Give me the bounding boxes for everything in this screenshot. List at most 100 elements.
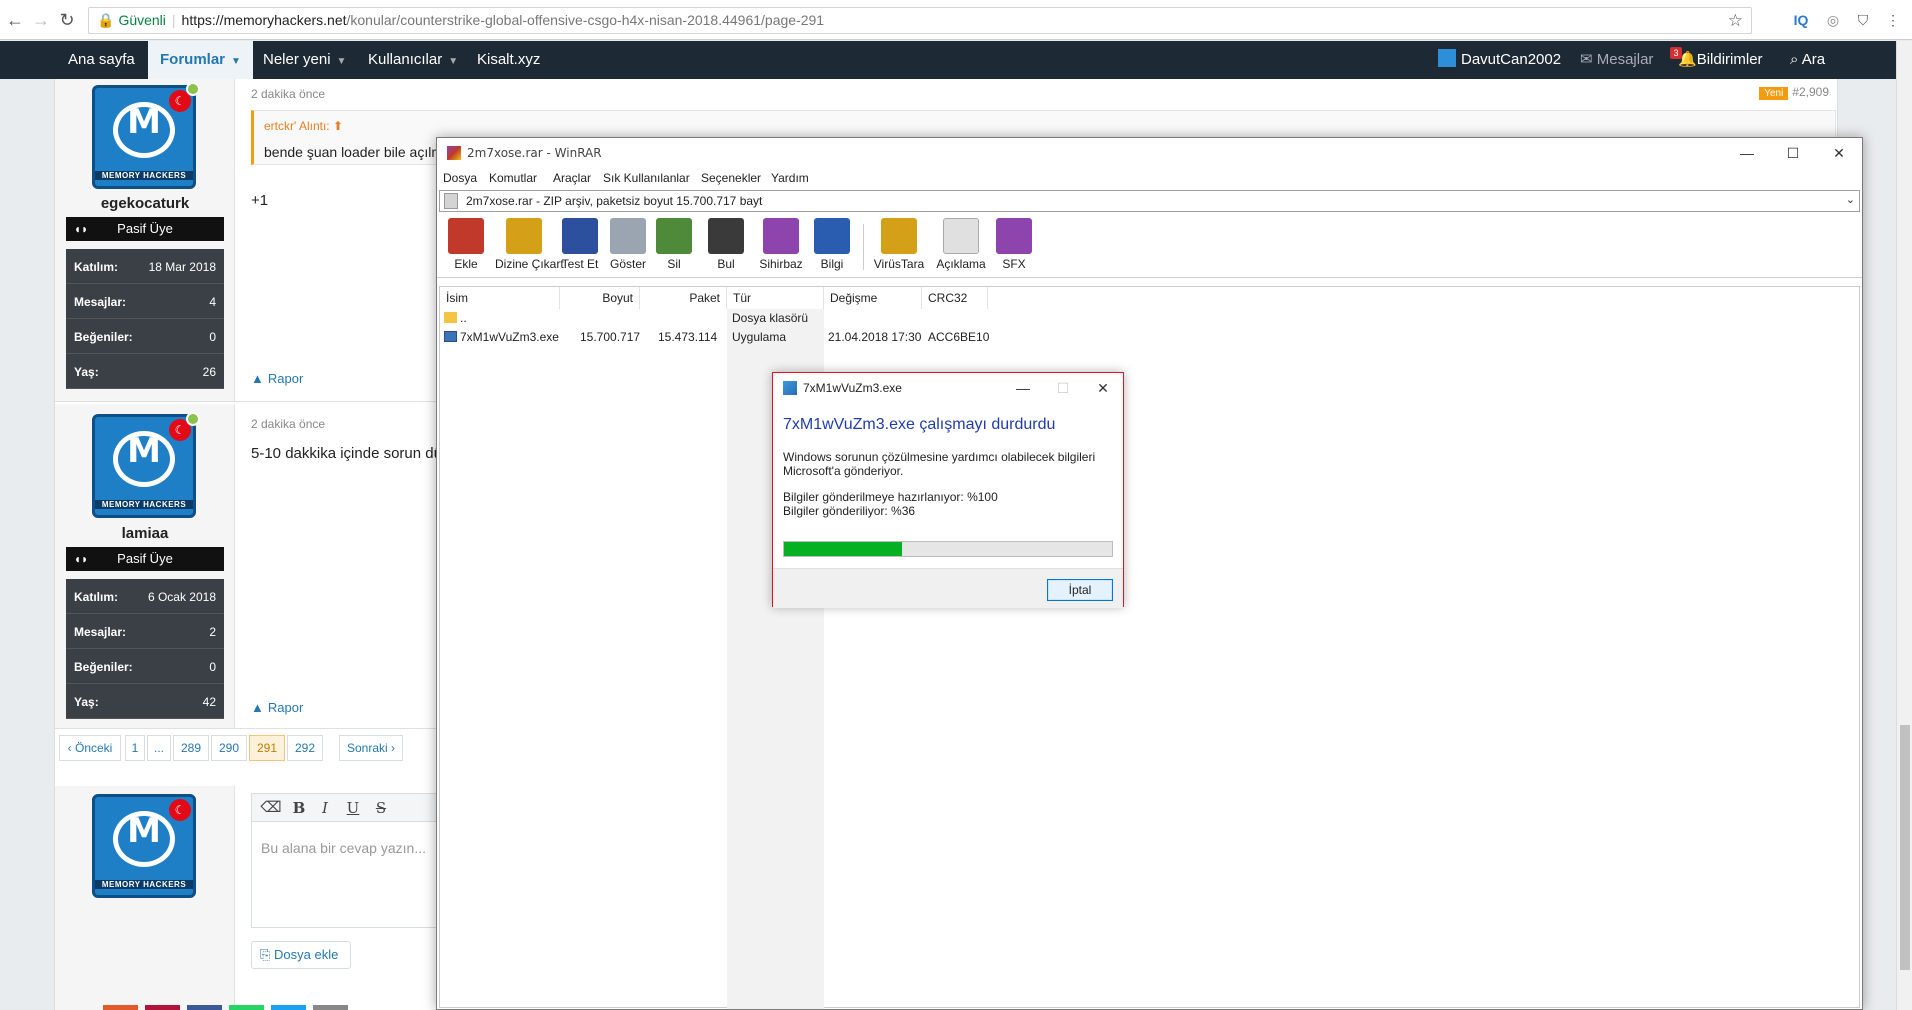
quote-header[interactable]: ertckr' Alıntı: ⬆ [264,119,343,133]
column-size[interactable]: Boyut [560,287,640,309]
nav-user[interactable]: DavutCan2002 [1438,41,1561,79]
pagination-page[interactable]: 289 [173,735,209,761]
pagination-page[interactable]: 292 [287,735,323,761]
avatar[interactable]: M MEMORY HACKERS ☾ [92,414,196,518]
menu-file[interactable]: Dosya [443,171,477,185]
pagination-page[interactable]: 1 [125,735,145,761]
arrow-up-icon: ⬆ [333,119,344,133]
share-link-icon[interactable] [313,1005,348,1010]
reply-placeholder[interactable]: Bu alana bir cevap yazın... [261,840,426,856]
report-link[interactable]: ▲ Rapor [251,371,303,386]
username[interactable]: egekocaturk [55,195,235,212]
close-icon[interactable]: ✕ [1083,373,1123,403]
column-crc32[interactable]: CRC32 [922,287,988,309]
share-pinterest-icon[interactable] [145,1005,180,1010]
report-link[interactable]: ▲ Rapor [251,700,303,715]
pagination-ellipsis[interactable]: ... [147,735,171,761]
extension-circle-icon[interactable]: ◎ [1822,9,1844,31]
share-facebook-icon[interactable] [187,1005,222,1010]
user-rank: ◖◗ Pasif Üye [66,217,224,241]
tool-test[interactable]: Test Et [557,218,603,271]
forward-icon[interactable]: → [30,10,52,30]
virus-scan-icon [881,218,917,254]
stat-key: Yaş: [74,695,99,709]
extension-iq-icon[interactable]: IQ [1790,9,1812,31]
nav-alerts[interactable]: 3🔔Bildirimler [1670,41,1763,79]
nav-messages[interactable]: ✉ Mesajlar [1580,41,1653,79]
stat-key: Mesajlar: [74,625,127,639]
nav-alerts-label: Bildirimler [1696,51,1763,68]
pagination-prev[interactable]: ‹ Önceki [59,735,121,761]
extension-shield-icon[interactable]: ⛉ [1852,9,1874,31]
column-name[interactable]: İsim [440,287,560,309]
tool-find[interactable]: Bul [703,218,749,271]
tool-sfx[interactable]: SFX [991,218,1037,271]
share-whatsapp-icon[interactable] [229,1005,264,1010]
close-icon[interactable]: ✕ [1816,138,1862,168]
user-rank: ◖◗ Pasif Üye [66,547,224,571]
strikethrough-icon[interactable]: S [370,798,392,818]
back-icon[interactable]: ← [4,10,26,30]
tool-comment[interactable]: Açıklama [931,218,991,271]
find-icon [708,218,744,254]
post-number[interactable]: Yeni #2,909 [1759,85,1829,100]
archive-path-bar[interactable]: 2m7xose.rar - ZIP arşiv, paketsiz boyut … [439,190,1860,212]
address-bar[interactable]: 🔒 Güvenli | https://memoryhackers.net/konul… [88,7,1752,34]
tool-delete[interactable]: Sil [651,218,697,271]
tool-view[interactable]: Göster [605,218,651,271]
nav-members[interactable]: Kullanıcılar ▼ [368,41,458,79]
file-row[interactable]: 7xM1wVuZm3.exe 15.700.717 15.473.114 Uyg… [440,328,989,346]
nav-forums[interactable]: Forumlar ▼ [148,41,253,79]
nav-whats-new-label: Neler yeni [263,51,331,68]
pagination-page[interactable]: 290 [211,735,247,761]
post-time[interactable]: 2 dakika önce [251,417,325,431]
menu-commands[interactable]: Komutlar [489,171,537,185]
maximize-icon[interactable]: ☐ [1770,138,1816,168]
nav-whats-new[interactable]: Neler yeni ▼ [263,41,346,79]
share-reddit-icon[interactable] [103,1005,138,1010]
pagination-current-page[interactable]: 291 [249,735,285,761]
share-twitter-icon[interactable] [271,1005,306,1010]
eraser-icon[interactable]: ⌫ [260,798,282,818]
tool-add[interactable]: Ekle [443,218,489,271]
menu-favorites[interactable]: Sık Kullanılanlar [603,171,690,185]
file-name-label: .. [460,311,467,325]
reload-icon[interactable]: ↻ [56,10,78,30]
avatar[interactable]: M MEMORY HACKERS ☾ [92,85,196,189]
tool-wizard[interactable]: Sihirbaz [751,218,811,271]
minimize-icon[interactable]: — [1724,138,1770,168]
chevron-down-icon[interactable]: ⌄ [1846,193,1855,206]
column-modified[interactable]: Değişme [824,287,922,309]
menu-options[interactable]: Seçenekler [701,171,761,185]
up-folder-icon[interactable] [444,193,458,209]
stat-key: Katılım: [74,260,119,274]
nav-kisalt[interactable]: Kisalt.xyz [477,41,540,79]
bookmark-star-icon[interactable]: ☆ [1728,8,1743,33]
column-packed[interactable]: Paket [640,287,727,309]
report-label: Rapor [267,700,304,715]
cancel-button[interactable]: İptal [1047,579,1113,601]
file-row-parent[interactable]: .. Dosya klasörü [440,309,988,327]
minimize-icon[interactable]: — [1003,373,1043,403]
menu-help[interactable]: Yardım [771,171,809,185]
menu-icon[interactable]: ⋮ [1882,9,1904,31]
username[interactable]: lamiaa [55,525,235,542]
tool-info[interactable]: Bilgi [809,218,855,271]
nav-home[interactable]: Ana sayfa [68,41,135,79]
bold-icon[interactable]: B [288,798,310,818]
scrollbar-thumb[interactable] [1900,725,1910,970]
tool-virus-scan[interactable]: VirüsTara [869,218,929,271]
dialog-titlebar[interactable]: 7xM1wVuZm3.exe — ☐ ✕ [773,373,1123,403]
menu-tools[interactable]: Araçlar [553,171,591,185]
italic-icon[interactable]: I [314,798,336,818]
post-time[interactable]: 2 dakika önce [251,87,325,101]
column-type[interactable]: Tür [727,287,824,309]
page-scrollbar[interactable] [1896,41,1912,1010]
underline-icon[interactable]: U [342,798,364,818]
tool-extract[interactable]: Dizine Çıkart [495,218,564,271]
pagination-next[interactable]: Sonraki › [339,735,403,761]
nav-search[interactable]: ⌕ Ara [1790,41,1825,79]
stat-messages: Mesajlar: 2 [66,614,224,649]
winrar-titlebar[interactable]: 2m7xose.rar - WinRAR — ☐ ✕ [437,138,1862,168]
attach-file-button[interactable]: ⎘ Dosya ekle [251,941,351,969]
